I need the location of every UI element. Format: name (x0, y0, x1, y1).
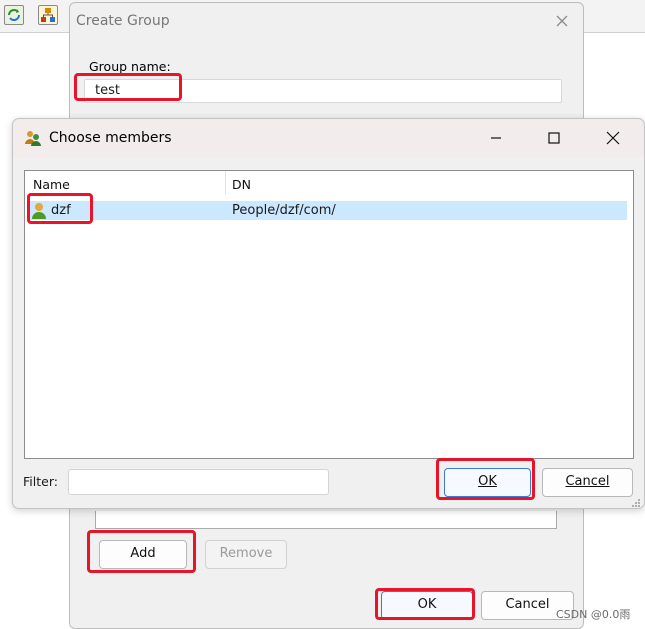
close-icon[interactable] (602, 127, 624, 149)
create-group-title: Create Group (76, 13, 170, 29)
cancel-button[interactable]: Cancel (542, 468, 633, 497)
group-name-label: Group name: (89, 59, 171, 74)
users-icon (24, 129, 42, 147)
highlight-group-name (74, 73, 182, 101)
highlight-add-button (87, 530, 196, 573)
filter-input[interactable] (68, 469, 329, 495)
choose-members-dialog: Choose members Name DN dzf People/dzf/co… (12, 118, 645, 509)
choose-members-title: Choose members (49, 130, 172, 146)
members-list[interactable] (95, 511, 557, 529)
members-table[interactable]: Name DN dzf People/dzf/com/ (24, 170, 634, 459)
network-icon[interactable] (38, 5, 58, 25)
table-row[interactable]: dzf People/dzf/com/ (27, 201, 627, 220)
highlight-choose-ok (436, 458, 535, 500)
column-header-dn[interactable]: DN (232, 171, 251, 195)
refresh-icon[interactable] (4, 5, 24, 25)
filter-label: Filter: (23, 474, 58, 489)
resize-grip-icon[interactable] (631, 497, 641, 507)
highlight-member-row (27, 193, 93, 224)
minimize-icon[interactable] (485, 127, 507, 149)
maximize-icon[interactable] (543, 127, 565, 149)
close-icon[interactable] (552, 11, 572, 31)
watermark: CSDN @0.0雨 (556, 608, 631, 621)
column-divider[interactable] (225, 171, 226, 195)
member-dn: People/dzf/com/ (232, 203, 336, 218)
column-header-name[interactable]: Name (33, 171, 70, 195)
remove-button[interactable]: Remove (205, 540, 287, 569)
highlight-create-ok (375, 588, 475, 620)
